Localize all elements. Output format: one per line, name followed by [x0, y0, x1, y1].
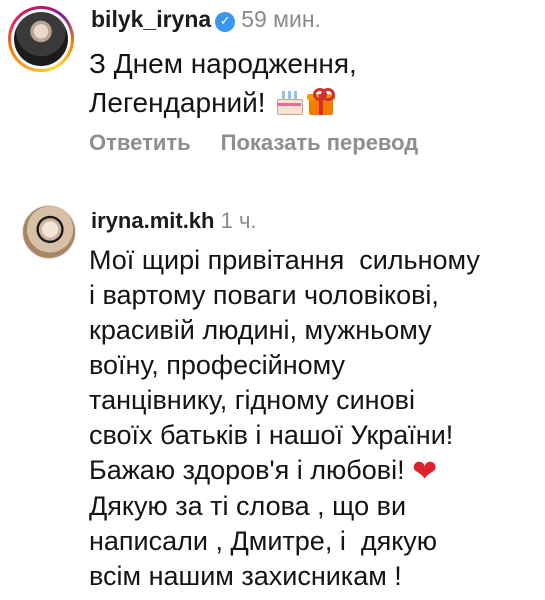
comment-text-line: воїну, професійному: [89, 350, 346, 380]
avatar[interactable]: [22, 205, 76, 259]
timestamp: 59 мин.: [241, 6, 321, 32]
timestamp: 1 ч.: [220, 208, 257, 233]
comment-header: bilyk_iryna ✓ 59 мин.: [91, 6, 321, 33]
red-heart-icon: ❤: [412, 454, 438, 489]
username[interactable]: iryna.mit.kh: [91, 208, 214, 233]
comment-header: iryna.mit.kh 1 ч.: [91, 208, 257, 234]
comment-text-line: Бажаю здоров'я і любові!: [89, 455, 413, 485]
avatar: [14, 12, 68, 66]
comment-text-line: Мої щирі привітання сильному: [89, 245, 480, 275]
comment-text-line: красивій людині, мужньому: [89, 315, 432, 345]
birthday-cake-icon: [275, 89, 304, 115]
comment-text-line: Легендарний!: [89, 87, 274, 118]
comment-actions: Ответить Показать перевод: [89, 130, 448, 156]
comment-text: Мої щирі привітання сильному і вартому п…: [89, 243, 534, 594]
comment-text-line: і вартому поваги чоловікові,: [89, 280, 439, 310]
comment-text-line: написали , Дмитре, і дякую: [89, 526, 438, 556]
comment-text-line: своїх батьків і нашої України!: [89, 420, 454, 450]
comment-text-line: танцівнику, гідному синові: [89, 385, 415, 415]
verified-badge-icon: ✓: [215, 12, 236, 32]
comment-text-line: Дякую за ті слова , що ви: [89, 491, 407, 521]
gift-icon: [307, 88, 336, 116]
comment-text-line-with-emoji: Легендарний!: [89, 83, 529, 122]
avatar-story-ring[interactable]: [8, 6, 74, 72]
comment-text: З Днем народження, Легендарний!: [89, 44, 529, 122]
reply-button[interactable]: Ответить: [89, 130, 191, 155]
username[interactable]: bilyk_iryna: [91, 6, 211, 32]
comment-text-line: З Днем народження,: [89, 48, 357, 79]
comment-text-line: всім нашим захисникам !: [89, 561, 402, 591]
comment-text-line-with-emoji: Бажаю здоров'я і любові! ❤: [89, 453, 534, 489]
show-translation-button[interactable]: Показать перевод: [221, 130, 419, 155]
